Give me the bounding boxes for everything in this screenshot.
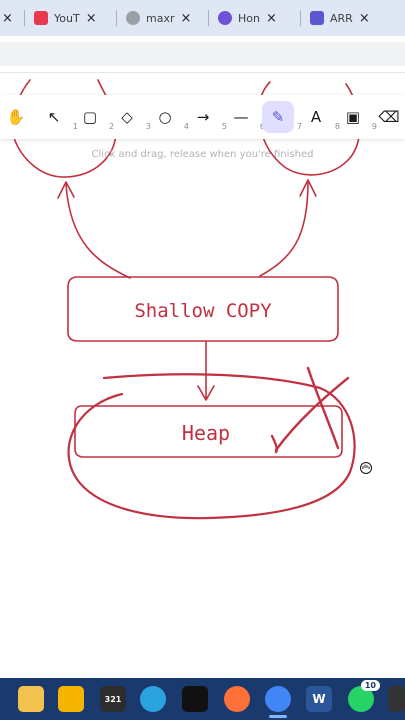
file-explorer-icon[interactable] [18,686,44,712]
close-icon[interactable]: × [2,11,13,26]
calendar-label: 321 [104,694,122,704]
arrow-tool[interactable]: → 5 [187,101,227,133]
ellipse-tool[interactable]: ○ 4 [149,101,189,133]
excalidraw-toolbar: ✋ ↖1 ▢2 ◇3 ○4 →5 —6 ✎7 A8 ▣9 ⌫ [0,95,405,139]
tab-title: Hon [238,11,260,25]
windows-taskbar: 321 W 10 [0,678,405,720]
close-icon[interactable]: × [359,11,370,26]
tab-title: maxr [146,11,175,25]
image-tool[interactable]: ▣ 9 [337,101,377,133]
whatsapp-icon[interactable]: 10 [348,680,380,712]
pointer-icon: ↖ [47,108,61,126]
chrome-icon[interactable] [265,686,291,718]
text-tool[interactable]: A8 [300,101,340,133]
eraser-icon: ⌫ [378,108,400,126]
tab-title: YouT [54,11,80,25]
eraser-tool[interactable]: ⌫ [373,101,405,133]
excalidraw-icon [310,11,324,25]
notification-badge: 10 [360,680,380,691]
capcut-icon[interactable] [182,686,208,712]
edge-icon [218,11,232,25]
grab-cursor-icon [360,462,372,474]
folder-icon[interactable] [58,686,84,712]
browser-tab-home[interactable]: Hon × [218,4,294,32]
tab-separator [208,10,209,26]
rectangle-icon: ▢ [82,108,98,126]
omnibox[interactable] [0,42,405,66]
browser-tab-strip: × YouT × maxr × Hon × ARR × [0,0,405,36]
arrow-to-left-circle [65,183,131,279]
pencil-tool[interactable]: ✎ 7 [262,101,302,133]
tab-separator [24,10,25,26]
line-icon: — [233,108,249,126]
firefox-icon[interactable] [224,686,250,712]
app-icon[interactable] [388,686,405,712]
pencil-icon: ✎ [271,108,285,126]
cross-stroke-3 [270,434,278,454]
drawing-canvas[interactable]: Shallow COPY Heap [0,73,405,678]
arrow-icon: → [196,108,210,126]
shallow-copy-label: Shallow COPY [134,300,272,322]
line-tool[interactable]: —6 [225,101,266,133]
heap-label: Heap [182,421,230,445]
word-icon[interactable]: W [306,686,332,712]
browser-tab-youtube[interactable]: YouT × [34,4,110,32]
address-bar [0,36,405,73]
close-icon[interactable]: × [266,11,277,26]
text-icon: A [310,108,322,126]
tab-separator [300,10,301,26]
browser-tab-maxr[interactable]: maxr × [126,4,202,32]
close-icon[interactable]: × [181,11,192,26]
browser-tab[interactable]: × [2,4,16,32]
ellipse-icon: ○ [158,108,172,126]
telegram-icon[interactable] [140,686,166,712]
tool-hint: Click and drag, release when you're fini… [91,149,314,160]
rectangle-tool[interactable]: ▢ 2 [74,101,114,133]
browser-tab-arrays[interactable]: ARR × [310,4,402,32]
tab-separator [116,10,117,26]
selection-tool[interactable]: ↖ 1 [38,101,78,133]
calendar-icon[interactable]: 321 [100,686,126,712]
freehand-loop [67,373,356,520]
tab-title: ARR [330,11,353,25]
cross-stroke-2 [274,376,350,452]
hand-tool[interactable]: ✋ [0,101,32,133]
youtube-icon [34,11,48,25]
diamond-tool[interactable]: ◇ 3 [111,101,151,133]
image-icon: ▣ [345,108,361,126]
diamond-icon: ◇ [121,108,133,126]
word-label: W [312,692,326,706]
globe-icon [126,11,140,25]
close-icon[interactable]: × [86,11,97,26]
hand-icon: ✋ [6,108,26,126]
